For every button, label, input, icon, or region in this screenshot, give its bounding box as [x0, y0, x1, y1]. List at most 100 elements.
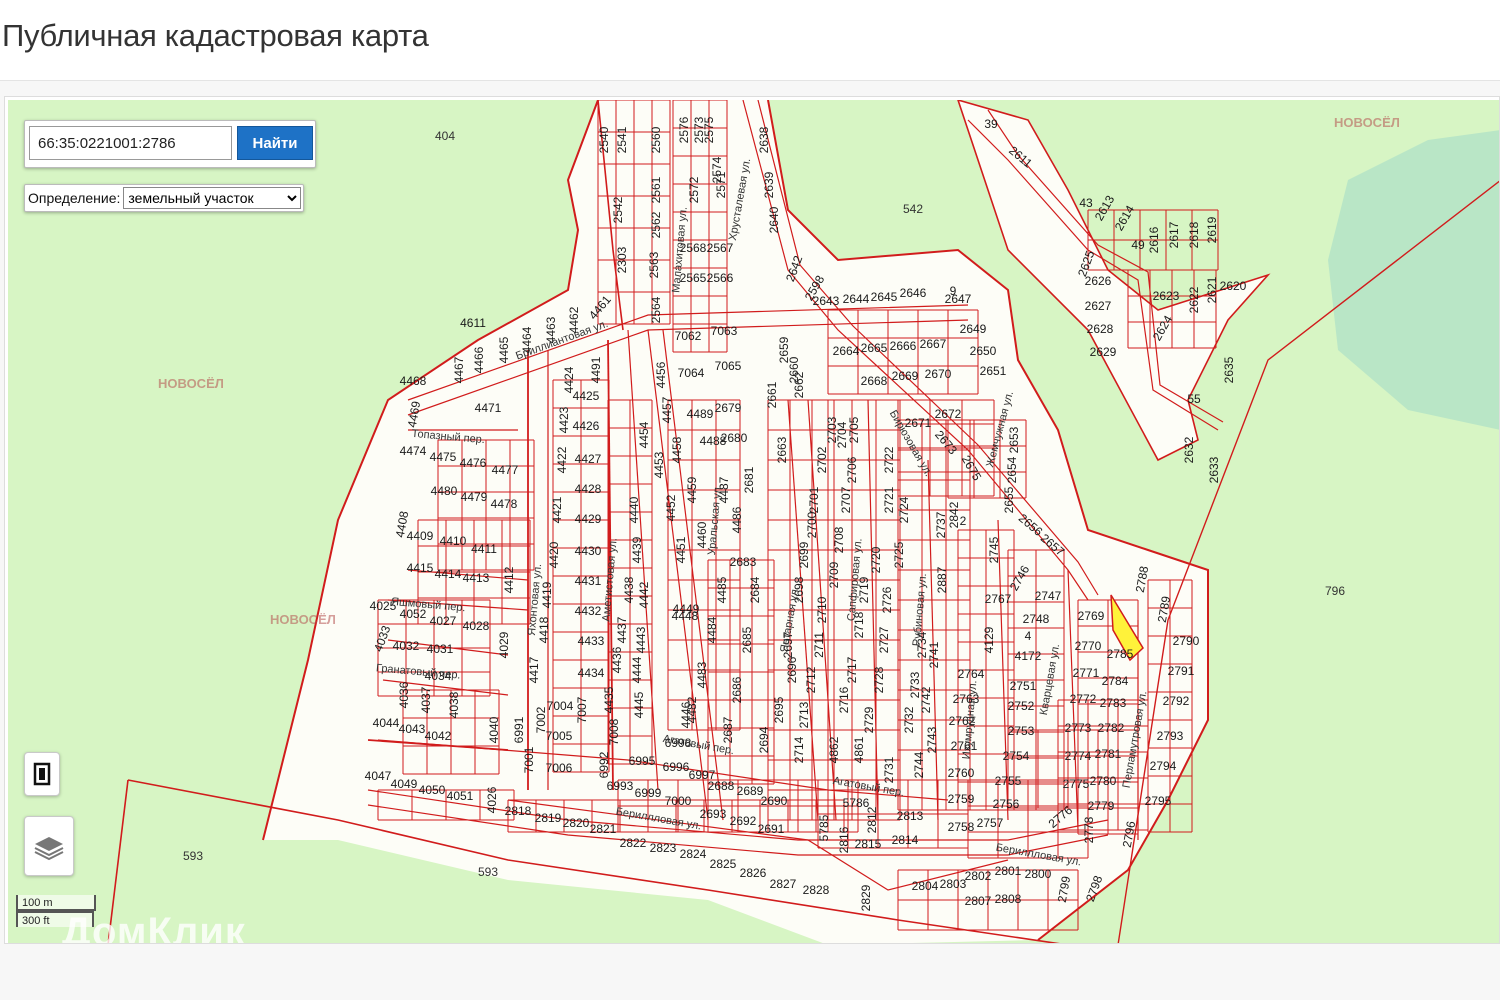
- parcel-label[interactable]: 2670: [925, 367, 952, 381]
- parcel-label[interactable]: 4028: [463, 619, 490, 633]
- parcel-label[interactable]: 2654: [1005, 456, 1019, 483]
- parcel-label[interactable]: 2665: [861, 341, 888, 355]
- parcel-label[interactable]: 2728: [872, 666, 886, 693]
- area-label[interactable]: 796: [1325, 584, 1345, 598]
- cadastral-map[interactable]: 2540 254125422303256025612562256325642576…: [8, 100, 1499, 943]
- parcel-label[interactable]: 4: [1025, 629, 1032, 643]
- parcel-label[interactable]: 4445: [632, 691, 646, 718]
- parcel-label[interactable]: 2669: [892, 369, 919, 383]
- parcel-label[interactable]: 2732: [902, 706, 916, 733]
- parcel-label[interactable]: 2645: [871, 290, 898, 304]
- parcel-label[interactable]: 2714: [792, 736, 806, 763]
- parcel-label[interactable]: 4431: [575, 574, 602, 588]
- parcel-label[interactable]: 7065: [715, 359, 742, 373]
- parcel-label[interactable]: 2700: [805, 511, 819, 538]
- parcel-label[interactable]: 4484: [705, 616, 719, 643]
- parcel-label[interactable]: 2701: [807, 486, 821, 513]
- parcel-label[interactable]: 2560: [649, 126, 663, 153]
- parcel-label[interactable]: 4477: [492, 463, 519, 477]
- parcel-label[interactable]: 2791: [1168, 664, 1195, 678]
- parcel-label[interactable]: 2562: [649, 211, 663, 238]
- parcel-label[interactable]: 2702: [815, 446, 829, 473]
- parcel-label[interactable]: 6995: [629, 754, 656, 768]
- parcel-label[interactable]: 2566: [707, 271, 734, 285]
- parcel-label[interactable]: 2751: [1010, 679, 1037, 693]
- parcel-label[interactable]: 2820: [563, 816, 590, 830]
- parcel-label[interactable]: 2617: [1167, 221, 1181, 248]
- parcel-label[interactable]: 4475: [430, 450, 457, 464]
- parcel-label[interactable]: 4452: [664, 494, 678, 521]
- parcel-label[interactable]: 2639: [762, 171, 776, 198]
- parcel-label[interactable]: 2649: [960, 322, 987, 336]
- parcel-label[interactable]: 7064: [678, 366, 705, 380]
- parcel-label[interactable]: 4439: [630, 536, 644, 563]
- parcel-label[interactable]: 2650: [970, 344, 997, 358]
- parcel-label[interactable]: 4427: [575, 452, 602, 466]
- parcel-label[interactable]: 2643: [813, 294, 840, 308]
- parcel-label[interactable]: 2720: [869, 546, 883, 573]
- parcel-label[interactable]: 4032: [393, 639, 420, 653]
- parcel-label[interactable]: 2812: [865, 806, 879, 833]
- parcel-label[interactable]: 2664: [833, 344, 860, 358]
- parcel-label[interactable]: 4042: [425, 729, 452, 743]
- parcel-label[interactable]: 2699: [797, 541, 811, 568]
- parcel-label[interactable]: 4433: [578, 634, 605, 648]
- parcel-label[interactable]: 2722: [882, 446, 896, 473]
- parcel-label[interactable]: 2706: [845, 456, 859, 483]
- parcel-label[interactable]: 2618: [1187, 221, 1201, 248]
- parcel-label[interactable]: 4422: [555, 446, 569, 473]
- parcel-label[interactable]: 4861: [852, 736, 866, 763]
- fullscreen-button[interactable]: [24, 752, 60, 796]
- map-viewport[interactable]: 2540 2541 2542 2303 2560 2561 2562 2563 2564 2576…: [8, 100, 1499, 943]
- area-label[interactable]: 404: [435, 129, 455, 143]
- parcel-label[interactable]: 2764: [958, 667, 985, 681]
- parcel-label[interactable]: 4172: [1015, 649, 1042, 663]
- parcel-label[interactable]: 2694: [757, 726, 771, 753]
- parcel-label[interactable]: 2775: [1063, 777, 1090, 791]
- parcel-label[interactable]: 7004: [547, 699, 574, 713]
- parcel-label[interactable]: 2813: [897, 809, 924, 823]
- parcel-label[interactable]: 2666: [890, 339, 917, 353]
- parcel-label[interactable]: 2819: [535, 811, 562, 825]
- parcel-label[interactable]: 4037: [419, 686, 433, 713]
- parcel-label[interactable]: 2745: [987, 536, 1001, 563]
- parcel-label[interactable]: 4480: [431, 484, 458, 498]
- parcel-label[interactable]: 2572: [687, 176, 701, 203]
- parcel-label[interactable]: 4415: [407, 561, 434, 575]
- parcel-label[interactable]: 6992: [597, 751, 611, 778]
- parcel-label[interactable]: 4036: [397, 681, 411, 708]
- parcel-label[interactable]: 2616: [1147, 226, 1161, 253]
- parcel-label[interactable]: 2737: [934, 511, 948, 538]
- parcel-label[interactable]: 4428: [575, 482, 602, 496]
- parcel-label[interactable]: 4027: [430, 614, 457, 628]
- parcel-label[interactable]: 4467: [452, 356, 466, 383]
- parcel-label[interactable]: 2540: [597, 126, 611, 153]
- search-button[interactable]: Найти: [237, 126, 313, 160]
- parcel-label[interactable]: 2564: [649, 296, 663, 323]
- parcel-label[interactable]: 2627: [1085, 299, 1112, 313]
- parcel-label[interactable]: 4411: [471, 542, 497, 556]
- parcel-label[interactable]: 4426: [573, 419, 600, 433]
- parcel-label[interactable]: 2725: [892, 541, 906, 568]
- parcel-label[interactable]: 2717: [845, 656, 859, 683]
- parcel-label[interactable]: 4440: [627, 496, 641, 523]
- parcel-label[interactable]: 4459: [685, 476, 699, 503]
- parcel-label[interactable]: 9: [950, 284, 957, 298]
- parcel-label[interactable]: 2683: [730, 555, 757, 569]
- area-label[interactable]: 542: [903, 202, 923, 216]
- parcel-label[interactable]: 2769: [1078, 609, 1105, 623]
- parcel-label[interactable]: 2770: [1075, 639, 1102, 653]
- parcel-label[interactable]: 4417: [527, 656, 541, 683]
- parcel-label[interactable]: 2784: [1102, 674, 1129, 688]
- layers-button[interactable]: [24, 816, 74, 876]
- parcel-label[interactable]: 2778: [1082, 816, 1096, 843]
- parcel-label[interactable]: 2711: [812, 632, 826, 658]
- parcel-label[interactable]: 7062: [675, 329, 702, 343]
- parcel-label[interactable]: 2640: [767, 206, 781, 233]
- parcel-label[interactable]: 2684: [748, 576, 762, 603]
- parcel-label[interactable]: 2773: [1065, 721, 1092, 735]
- parcel-label[interactable]: 4458: [670, 436, 684, 463]
- parcel-label[interactable]: 49: [1131, 238, 1145, 252]
- parcel-label[interactable]: 4031: [427, 642, 454, 656]
- parcel-label[interactable]: 2794: [1150, 759, 1177, 773]
